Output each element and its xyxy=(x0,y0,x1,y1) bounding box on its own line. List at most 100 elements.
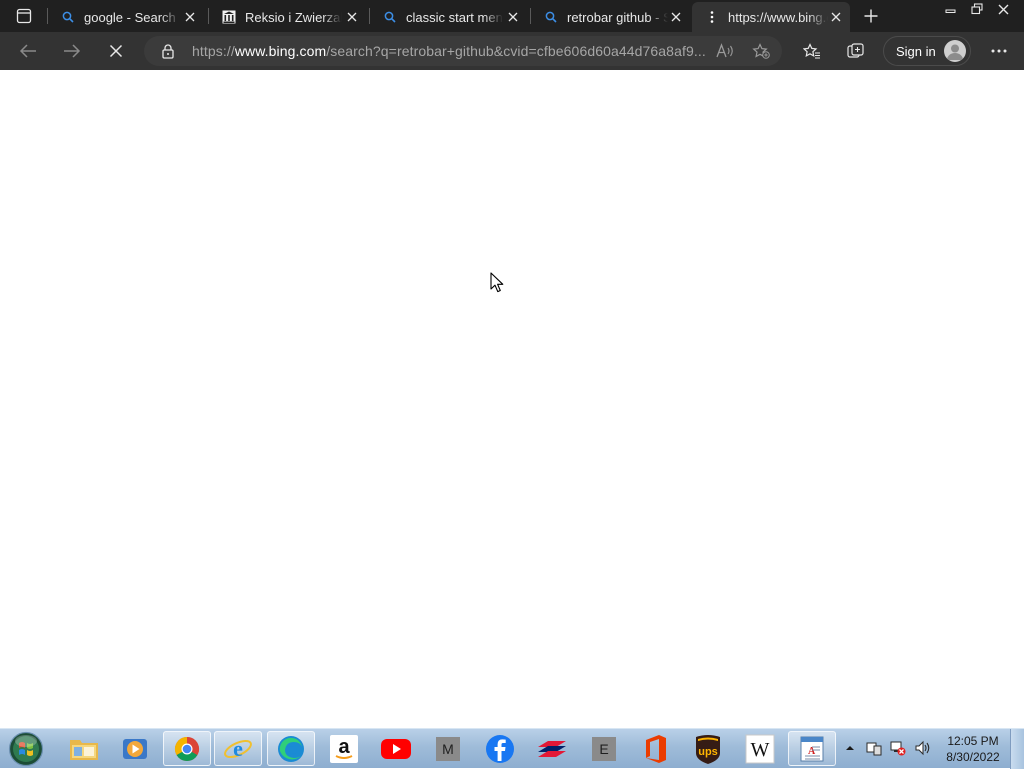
sign-in-button[interactable]: Sign in xyxy=(883,36,971,66)
tab-actions-button[interactable] xyxy=(6,3,42,29)
taskbar-amazon[interactable]: a xyxy=(320,731,368,766)
taskbar-document[interactable]: A xyxy=(788,731,836,766)
taskbar-m-app[interactable]: M xyxy=(424,731,472,766)
plus-icon xyxy=(864,9,878,23)
search-icon xyxy=(382,9,398,25)
read-aloud-button[interactable] xyxy=(716,43,734,59)
taskbar-internet-explorer[interactable]: e xyxy=(214,731,262,766)
chevron-up-icon xyxy=(846,746,854,750)
forward-button[interactable] xyxy=(57,36,87,66)
edge-icon xyxy=(278,735,304,762)
taskbar-edge[interactable] xyxy=(267,731,315,766)
url-text[interactable]: https://www.bing.com/search?q=retrobar+g… xyxy=(192,43,712,59)
url-path: /search?q=retrobar+github&cvid=cfbe606d6… xyxy=(326,43,706,59)
taskbar-office[interactable] xyxy=(632,731,680,766)
tab-actions-icon xyxy=(16,8,32,24)
address-bar[interactable]: https://www.bing.com/search?q=retrobar+g… xyxy=(144,36,782,66)
stop-loading-button[interactable] xyxy=(101,36,131,66)
close-tab-icon[interactable] xyxy=(180,7,200,27)
tab-title: Reksio i Zwierzaki xyxy=(245,9,343,25)
sign-in-label: Sign in xyxy=(896,43,936,59)
close-tab-icon[interactable] xyxy=(828,7,844,27)
taskbar-facebook[interactable] xyxy=(476,731,524,766)
network-disconnected-icon xyxy=(890,741,906,756)
tab-strip: google - Search Reksio i Zwierzaki class… xyxy=(0,0,1024,32)
taskbar-ups[interactable]: ups xyxy=(684,731,732,766)
stop-icon xyxy=(109,44,123,58)
svg-text:ups: ups xyxy=(698,746,718,758)
collections-icon xyxy=(847,43,864,58)
taskbar-e-app[interactable]: E xyxy=(580,731,628,766)
close-tab-icon[interactable] xyxy=(503,7,522,27)
start-button[interactable] xyxy=(7,731,45,767)
speaker-icon xyxy=(915,740,930,756)
tab-classic-start-menu[interactable]: classic start menu xyxy=(370,2,528,32)
youtube-icon xyxy=(381,738,411,759)
loading-icon xyxy=(704,9,720,25)
close-tab-icon[interactable] xyxy=(668,7,683,27)
device-tray-button[interactable] xyxy=(866,740,882,756)
clock[interactable]: 12:05 PM 8/30/2022 xyxy=(940,733,1006,765)
url-host: www.bing.com xyxy=(234,43,327,59)
office-icon xyxy=(646,734,666,763)
back-arrow-icon xyxy=(19,44,36,58)
windows-start-orb-icon xyxy=(8,731,44,767)
close-window-button[interactable] xyxy=(990,0,1016,18)
taskbar-bank-of-america[interactable] xyxy=(528,731,576,766)
media-player-icon xyxy=(123,738,147,759)
close-tab-icon[interactable] xyxy=(342,7,361,27)
taskbar-wikipedia[interactable]: W xyxy=(736,731,784,766)
taskbar-chrome[interactable] xyxy=(163,731,211,766)
svg-text:M: M xyxy=(442,741,454,757)
bank-of-america-icon xyxy=(538,740,566,757)
lock-icon xyxy=(162,44,174,59)
show-hidden-icons-button[interactable] xyxy=(842,740,858,756)
minimize-icon xyxy=(945,9,956,13)
svg-text:E: E xyxy=(599,741,608,757)
page-content xyxy=(0,70,1024,728)
back-button[interactable] xyxy=(13,36,43,66)
search-icon xyxy=(543,9,559,25)
ups-icon: ups xyxy=(696,734,720,764)
clock-time: 12:05 PM xyxy=(947,734,999,748)
collections-button[interactable] xyxy=(841,36,871,66)
taskbar-youtube[interactable] xyxy=(372,731,420,766)
folder-icon xyxy=(70,739,98,760)
tab-bing-active[interactable]: https://www.bing.com xyxy=(692,2,850,32)
tab-google-search[interactable]: google - Search xyxy=(48,2,206,32)
taskbar-file-explorer[interactable] xyxy=(60,731,108,766)
window-controls xyxy=(938,0,1016,18)
m-app-icon: M xyxy=(436,736,460,761)
search-icon xyxy=(60,9,76,25)
svg-text:e: e xyxy=(233,736,243,761)
e-app-icon: E xyxy=(592,736,616,761)
new-tab-button[interactable] xyxy=(858,3,884,29)
svg-text:W: W xyxy=(751,739,770,761)
taskbar-media-player[interactable] xyxy=(111,731,159,766)
settings-more-button[interactable] xyxy=(984,36,1014,66)
favorites-button[interactable] xyxy=(797,36,827,66)
minimize-button[interactable] xyxy=(938,0,964,18)
clock-date: 8/30/2022 xyxy=(946,750,1000,764)
volume-button[interactable] xyxy=(914,740,930,756)
add-favorite-button[interactable] xyxy=(752,43,770,59)
restore-icon xyxy=(971,3,983,15)
taskbar: e a M E ups W A 12:05 PM 8/30/2022 xyxy=(0,728,1024,769)
tab-title: retrobar github - Search xyxy=(567,9,669,25)
chrome-icon xyxy=(174,736,200,761)
tab-title: classic start menu xyxy=(406,9,504,25)
star-add-icon xyxy=(752,43,770,59)
show-desktop-button[interactable] xyxy=(1010,729,1024,769)
svg-text:a: a xyxy=(338,736,350,758)
amazon-icon: a xyxy=(330,734,358,763)
read-aloud-icon xyxy=(716,43,733,58)
svg-text:A: A xyxy=(808,746,816,757)
restore-button[interactable] xyxy=(964,0,990,18)
tab-retrobar-github[interactable]: retrobar github - Search xyxy=(531,2,689,32)
device-icon xyxy=(866,742,882,756)
tab-reksio[interactable]: Reksio i Zwierzaki xyxy=(209,2,367,32)
document-icon: A xyxy=(800,736,824,761)
wikipedia-icon: W xyxy=(745,734,775,763)
network-status-button[interactable] xyxy=(890,740,906,756)
forward-arrow-icon xyxy=(64,44,81,58)
